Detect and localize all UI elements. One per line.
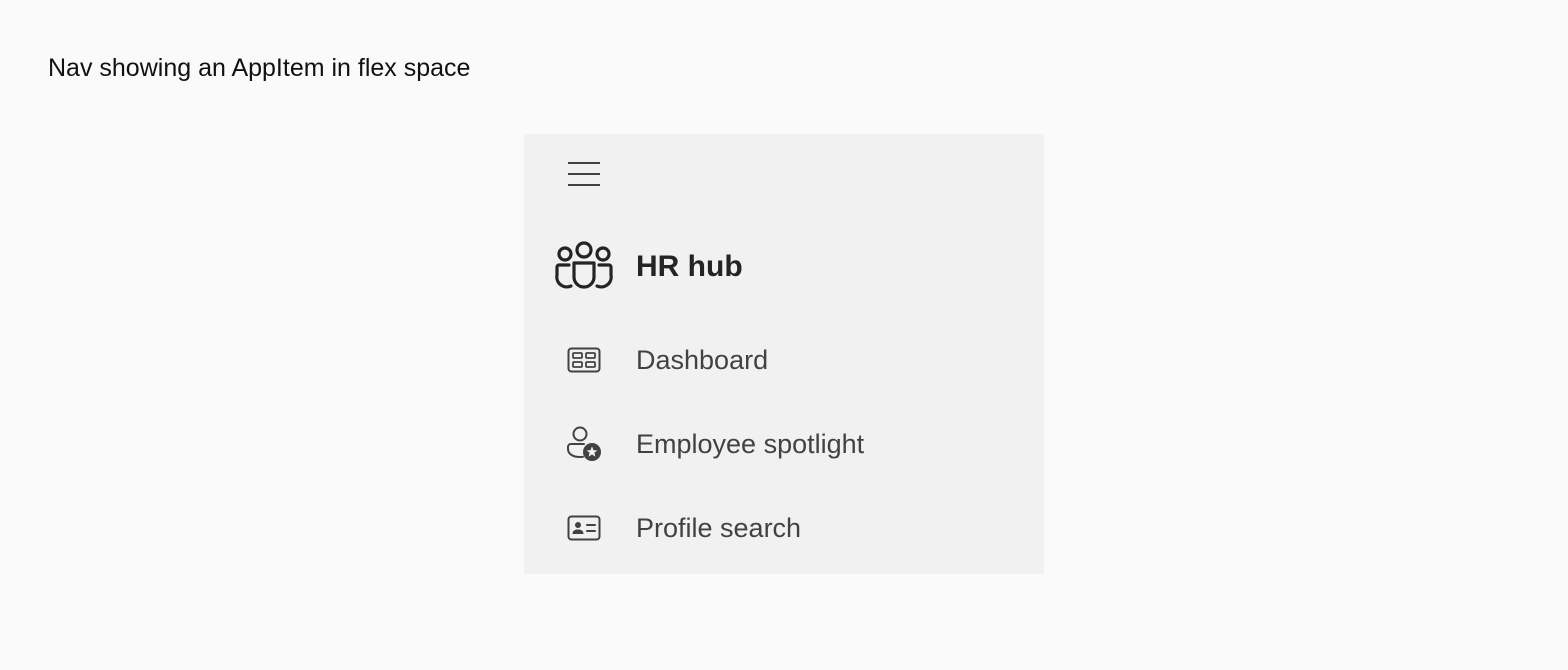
- nav-item-label: Dashboard: [636, 344, 769, 375]
- board-icon: [554, 347, 614, 373]
- nav-item-label: Profile search: [636, 512, 802, 543]
- nav-item-profile-search[interactable]: Profile search: [524, 502, 1044, 554]
- nav-item-employee-spotlight[interactable]: Employee spotlight: [524, 418, 1044, 470]
- contact-card-icon: [554, 515, 614, 541]
- nav-item-label: Employee spotlight: [636, 428, 865, 459]
- nav-drawer: HR hub Dashboard Employee spotlight Prof…: [524, 134, 1044, 574]
- people-community-icon: [554, 241, 614, 293]
- app-item-label: HR hub: [636, 250, 743, 283]
- story-caption: Nav showing an AppItem in flex space: [48, 54, 471, 82]
- nav-item-dashboard[interactable]: Dashboard: [524, 334, 1044, 386]
- hamburger-button[interactable]: [556, 152, 612, 196]
- app-item-hr-hub[interactable]: HR hub: [524, 234, 1044, 300]
- hamburger-menu-icon: [568, 162, 600, 186]
- person-star-icon: [554, 426, 614, 462]
